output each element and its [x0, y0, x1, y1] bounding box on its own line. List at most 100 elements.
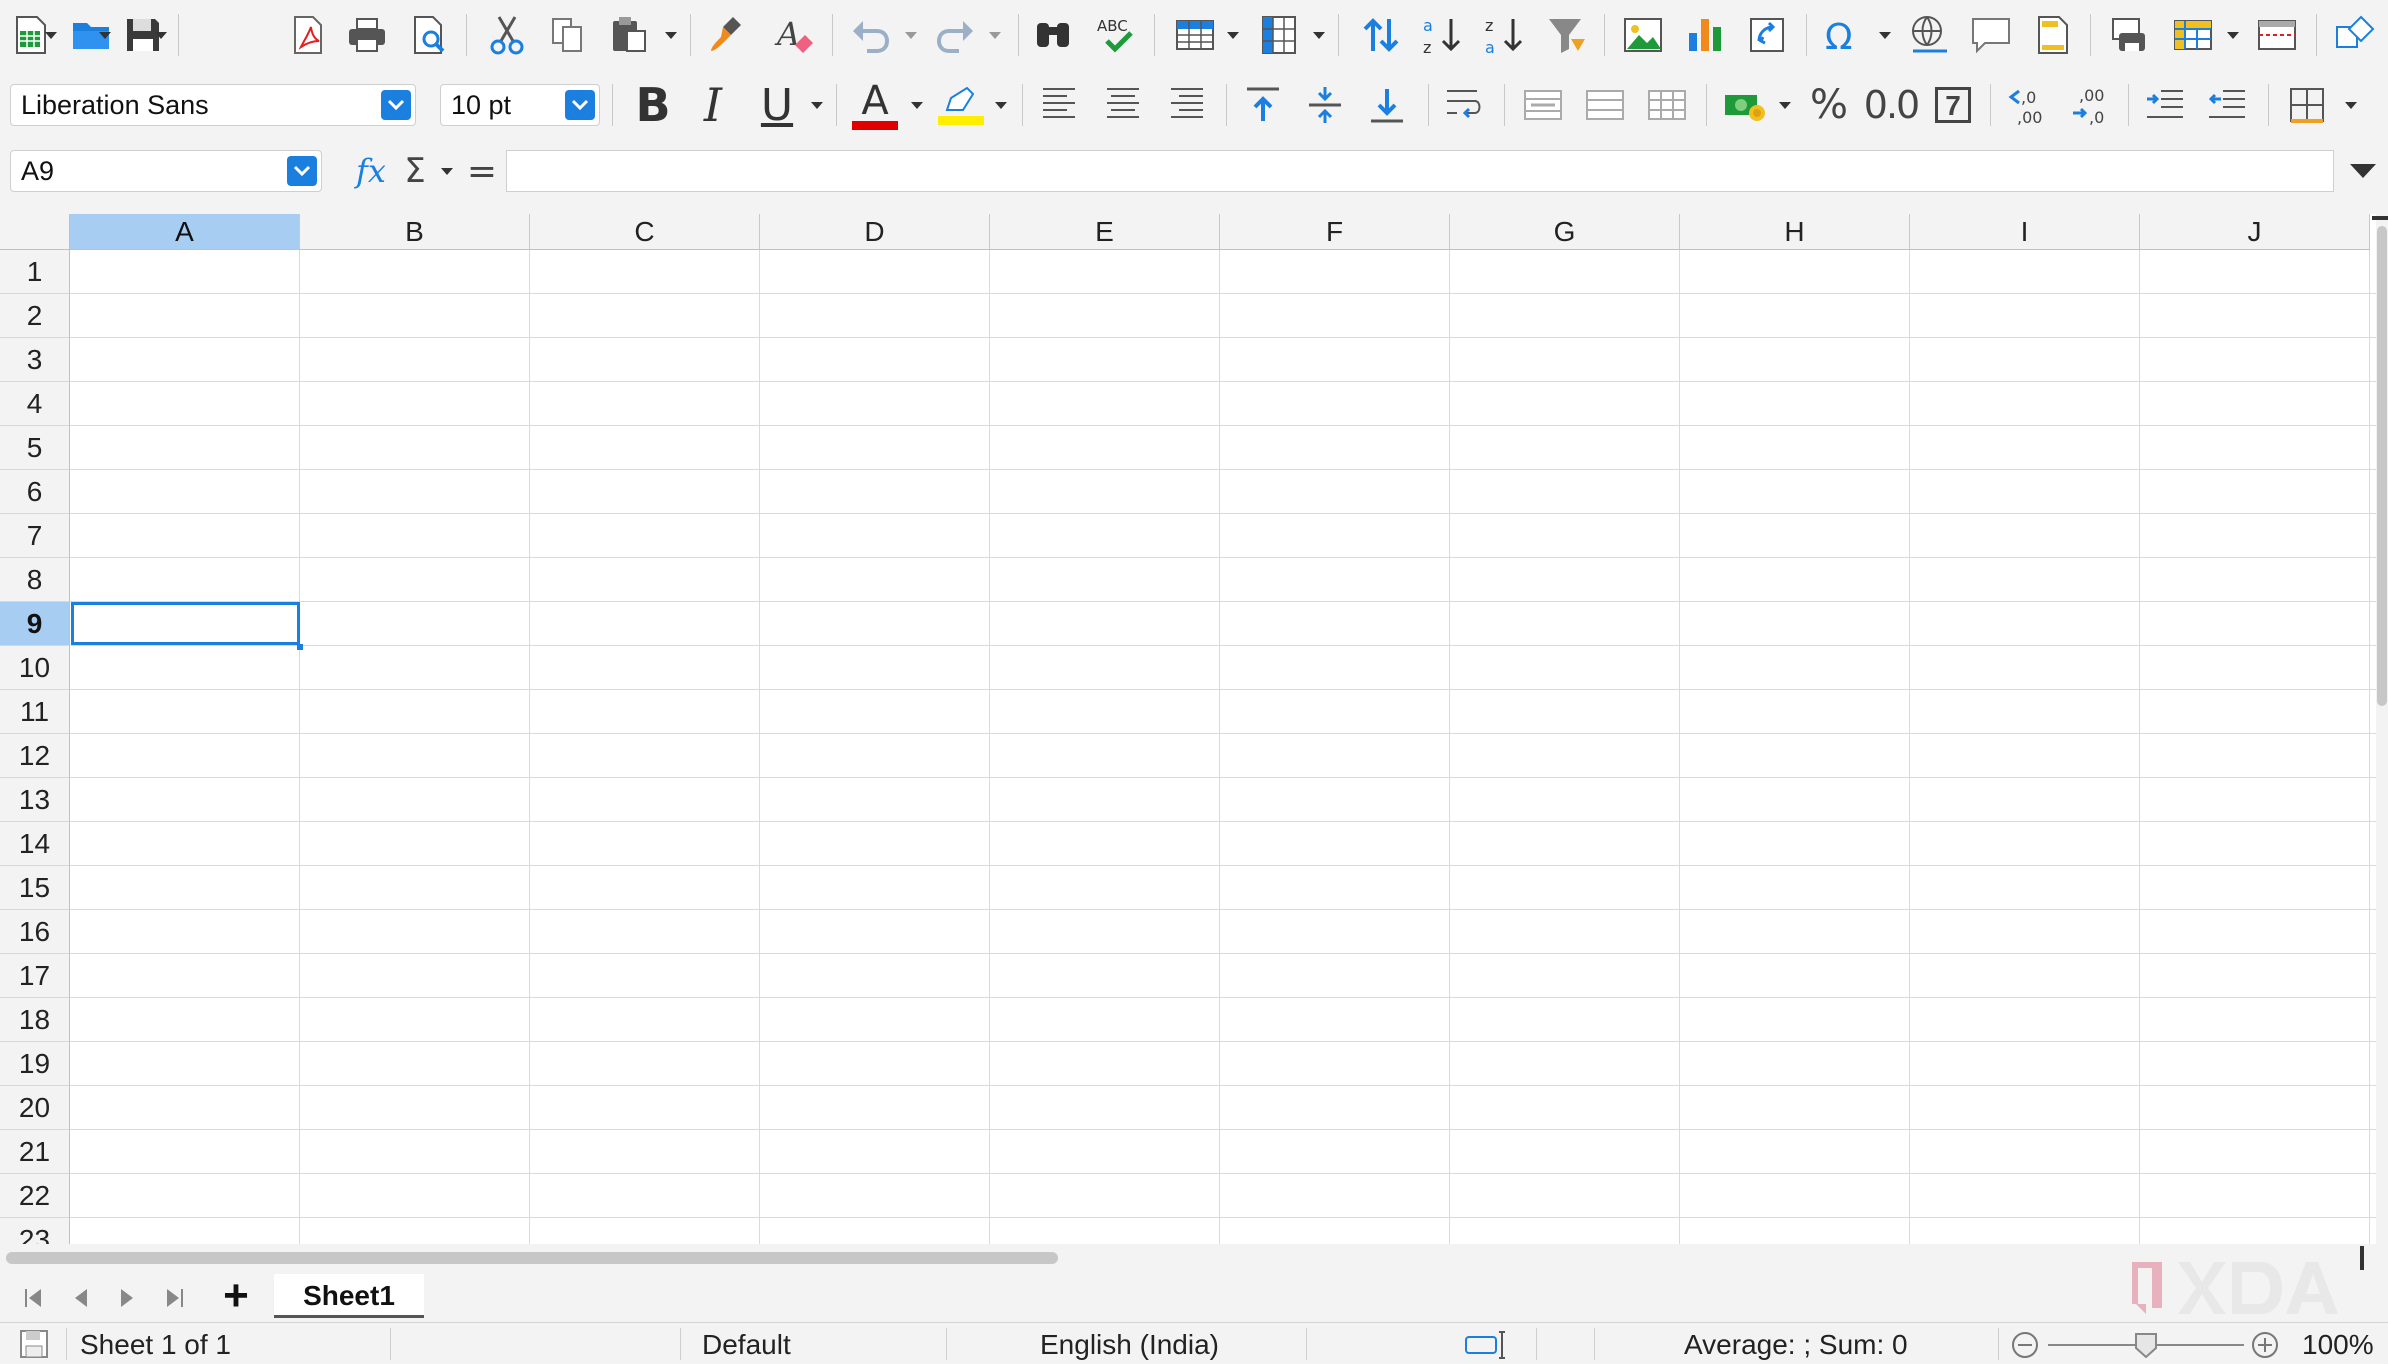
chart-icon[interactable]: [1676, 6, 1734, 64]
bold-button[interactable]: B: [624, 76, 682, 134]
borders-icon[interactable]: [2278, 76, 2336, 134]
paste-dropdown[interactable]: [662, 6, 680, 64]
sort-descending-icon[interactable]: za: [1476, 6, 1534, 64]
column-header-h[interactable]: H: [1680, 214, 1910, 250]
row-header-2[interactable]: 2: [0, 294, 70, 338]
language-indicator[interactable]: English (India): [1040, 1326, 1219, 1362]
row-header-20[interactable]: 20: [0, 1086, 70, 1130]
column-dropdown[interactable]: [1310, 6, 1328, 64]
currency-dropdown[interactable]: [1776, 76, 1794, 134]
font-name-dropdown[interactable]: [381, 90, 411, 120]
align-center-icon[interactable]: [1094, 76, 1152, 134]
row-dropdown[interactable]: [1224, 6, 1242, 64]
borders-dropdown[interactable]: [2342, 76, 2360, 134]
column-icon[interactable]: [1250, 6, 1308, 64]
autofilter-icon[interactable]: [1538, 6, 1596, 64]
pivot-table-icon[interactable]: [1738, 6, 1796, 64]
font-size-box[interactable]: 10 pt: [440, 84, 600, 126]
row-header-16[interactable]: 16: [0, 910, 70, 954]
formula-input[interactable]: [506, 150, 2334, 192]
active-cell-cursor[interactable]: [71, 602, 300, 645]
center-vertically-icon[interactable]: [1296, 76, 1354, 134]
paste-icon[interactable]: [600, 6, 658, 64]
row-icon[interactable]: [1166, 6, 1224, 64]
row-header-12[interactable]: 12: [0, 734, 70, 778]
zoom-out-icon[interactable]: [2010, 1330, 2040, 1360]
image-icon[interactable]: [1614, 6, 1672, 64]
sort-icon[interactable]: [1352, 6, 1410, 64]
add-decimal-place-icon[interactable]: ,0,00: [1998, 76, 2056, 134]
freeze-dropdown[interactable]: [2224, 6, 2242, 64]
column-header-i[interactable]: I: [1910, 214, 2140, 250]
function-wizard-button[interactable]: fx: [346, 146, 396, 196]
redo-icon[interactable]: [926, 6, 984, 64]
italic-button[interactable]: I: [684, 76, 742, 134]
freeze-rows-columns-icon[interactable]: [2164, 6, 2222, 64]
row-header-13[interactable]: 13: [0, 778, 70, 822]
row-header-1[interactable]: 1: [0, 250, 70, 294]
formula-button[interactable]: =: [462, 146, 502, 196]
column-header-a[interactable]: A: [70, 214, 300, 250]
merge-cells-icon[interactable]: [1576, 76, 1634, 134]
column-header-f[interactable]: F: [1220, 214, 1450, 250]
copy-icon[interactable]: [538, 6, 596, 64]
split-window-icon[interactable]: [2248, 6, 2306, 64]
hyperlink-icon[interactable]: [1900, 6, 1958, 64]
cut-icon[interactable]: [478, 6, 536, 64]
clear-formatting-icon[interactable]: A: [766, 6, 824, 64]
select-all-corner[interactable]: [0, 214, 70, 250]
align-top-icon[interactable]: [1234, 76, 1292, 134]
row-header-5[interactable]: 5: [0, 426, 70, 470]
increase-indent-icon[interactable]: [2136, 76, 2194, 134]
clone-formatting-icon[interactable]: [700, 6, 758, 64]
row-header-4[interactable]: 4: [0, 382, 70, 426]
column-header-d[interactable]: D: [760, 214, 990, 250]
zoom-level[interactable]: 100%: [2302, 1326, 2374, 1362]
zoom-in-icon[interactable]: [2250, 1330, 2280, 1360]
vertical-split-handle[interactable]: [2372, 216, 2388, 220]
expand-formula-bar-icon[interactable]: [2346, 156, 2380, 186]
sort-ascending-icon[interactable]: az: [1414, 6, 1472, 64]
number-format-button[interactable]: 0.0: [1862, 76, 1920, 134]
decrease-indent-icon[interactable]: [2198, 76, 2256, 134]
export-pdf-icon[interactable]: [278, 6, 336, 64]
undo-icon[interactable]: [842, 6, 900, 64]
zoom-slider-thumb[interactable]: [2134, 1332, 2158, 1358]
wrap-text-icon[interactable]: [1436, 76, 1494, 134]
row-header-23[interactable]: 23: [0, 1218, 70, 1244]
unmerge-cells-icon[interactable]: [1638, 76, 1696, 134]
first-sheet-icon[interactable]: [16, 1280, 52, 1316]
sum-button[interactable]: Σ: [396, 146, 434, 196]
row-header-9[interactable]: 9: [0, 602, 70, 646]
row-header-14[interactable]: 14: [0, 822, 70, 866]
open-dropdown[interactable]: [96, 6, 114, 64]
column-header-c[interactable]: C: [530, 214, 760, 250]
print-preview-icon[interactable]: [400, 6, 458, 64]
row-header-21[interactable]: 21: [0, 1130, 70, 1174]
font-name-box[interactable]: Liberation Sans: [10, 84, 416, 126]
sheet-tab-sheet1[interactable]: Sheet1: [274, 1274, 424, 1318]
spelling-icon[interactable]: ABC: [1088, 6, 1146, 64]
row-header-18[interactable]: 18: [0, 998, 70, 1042]
currency-icon[interactable]: [1716, 76, 1774, 134]
vertical-scroll-thumb[interactable]: [2377, 226, 2387, 706]
name-box[interactable]: A9: [10, 150, 322, 192]
row-header-6[interactable]: 6: [0, 470, 70, 514]
row-header-7[interactable]: 7: [0, 514, 70, 558]
selection-mode-icon[interactable]: [1464, 1330, 1510, 1360]
column-header-j[interactable]: J: [2140, 214, 2370, 250]
comment-icon[interactable]: [1962, 6, 2020, 64]
date-format-button[interactable]: 7: [1924, 76, 1982, 134]
define-print-area-icon[interactable]: [2100, 6, 2158, 64]
column-header-b[interactable]: B: [300, 214, 530, 250]
show-draw-functions-icon[interactable]: [2326, 6, 2384, 64]
highlight-color-button[interactable]: [932, 76, 990, 134]
add-sheet-button[interactable]: +: [216, 1274, 256, 1318]
sum-dropdown[interactable]: [438, 146, 456, 196]
row-header-22[interactable]: 22: [0, 1174, 70, 1218]
highlight-dropdown[interactable]: [992, 76, 1010, 134]
align-right-icon[interactable]: [1156, 76, 1214, 134]
column-header-g[interactable]: G: [1450, 214, 1680, 250]
align-bottom-icon[interactable]: [1358, 76, 1416, 134]
headers-footers-icon[interactable]: [2024, 6, 2082, 64]
